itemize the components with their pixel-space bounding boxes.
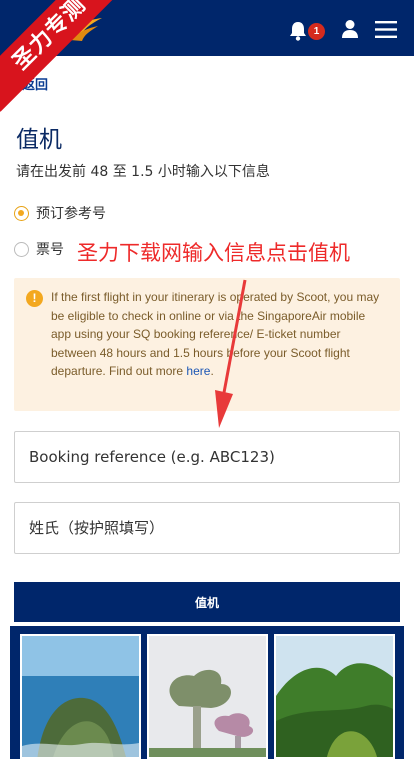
option-label: 票号 [36,242,64,258]
option-ticket-number[interactable]: 票号 [14,238,64,260]
option-label: 预订参考号 [36,206,106,222]
user-icon[interactable] [341,19,359,39]
surname-input[interactable] [14,502,400,554]
gallery-photo-forest[interactable] [274,634,395,759]
page-subtitle: 请在出发前 48 至 1.5 小时输入以下信息 [16,164,270,180]
bell-icon[interactable] [288,20,308,42]
page-title: 值机 [16,127,62,153]
check-in-button[interactable]: 值机 [14,582,400,622]
radio-booking-reference[interactable] [14,205,29,221]
booking-reference-input[interactable] [14,431,400,483]
info-icon: ! [26,290,43,307]
gallery-photo-supertrees[interactable] [147,634,268,759]
annotation-overlay-text: 圣力下载网输入信息点击值机 [77,241,350,265]
menu-icon[interactable] [375,21,397,38]
notification-count-badge: 1 [308,23,325,40]
radio-ticket-number[interactable] [14,241,29,257]
destination-gallery [10,626,404,759]
option-booking-reference[interactable]: 预订参考号 [14,202,106,224]
annotation-arrow-icon [215,279,247,428]
gallery-photo-coast[interactable] [20,634,141,759]
